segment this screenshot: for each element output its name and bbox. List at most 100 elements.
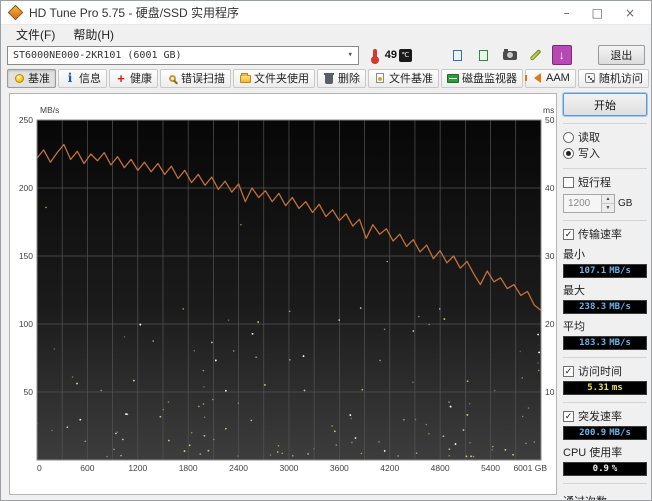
write-option[interactable]: 写入 [563,145,647,161]
copy-text-button[interactable] [448,45,468,65]
menu-item-0[interactable]: 文件(F) [9,25,62,44]
folder-icon [239,72,251,84]
tab-健康[interactable]: + 健康 [109,68,158,88]
tab-文件夹使用[interactable]: 文件夹使用 [233,68,315,88]
max-value: 238.3 [579,302,607,312]
access-time-display: 5.31 ms [563,381,647,395]
write-radio[interactable] [563,147,574,159]
tab-label: 错误扫描 [181,73,225,85]
chevron-down-icon: ▾ [347,50,353,60]
title-bar: HD Tune Pro 5.75 - 硬盘/SSD 实用程序 – □ × [1,1,651,25]
scan-icon [166,72,178,84]
short-stroke-spinner[interactable]: 1200 ▲ ▼ [563,194,615,213]
start-button[interactable]: 开始 [562,92,648,117]
app-window: HD Tune Pro 5.75 - 硬盘/SSD 实用程序 – □ × 文件(… [0,0,652,501]
tab-label: 文件夹使用 [254,73,309,85]
health-icon: + [117,70,125,86]
drive-temperature: 49 [384,49,398,61]
svg-text:4800: 4800 [431,463,450,473]
svg-text:200: 200 [19,183,33,193]
maximize-icon[interactable]: □ [592,7,603,19]
svg-text:50: 50 [24,387,34,397]
drive-select[interactable]: ST6000NE000-2KR101 (6001 GB) ▾ [7,45,359,65]
burst-rate-option[interactable]: ✓ 突发速率 [563,408,647,424]
tab-基准[interactable]: 基准 [7,68,56,88]
tab-label: 健康 [130,73,152,85]
svg-text:150: 150 [19,251,33,261]
access-time-value: 5.31 [587,383,609,393]
close-icon[interactable]: × [625,7,635,19]
benchmark-chart: MB/s ms2502001501005050403020100 600 1200 18… [19,105,555,473]
tab-错误扫描[interactable]: 错误扫描 [160,68,231,88]
tab-AAM[interactable]: AAM [524,68,576,88]
tab-删除[interactable]: 删除 [317,68,366,88]
access-time-checkbox[interactable]: ✓ [563,365,574,377]
svg-text:100: 100 [19,319,33,329]
tab-随机访问[interactable]: 随机访问 [577,68,649,88]
write-label: 写入 [578,148,600,160]
svg-text:600: 600 [80,463,94,473]
dice-icon [584,72,596,84]
menu-item-1[interactable]: 帮助(H) [66,25,121,44]
cpu-usage-display: 0.9 % [563,462,647,476]
pass-count-label: 通过次数 [563,493,647,500]
burst-rate-checkbox[interactable]: ✓ [563,410,574,422]
max-value-display: 238.3 MB/s [563,300,647,314]
minimize-icon[interactable]: – [564,7,570,19]
spin-down-icon[interactable]: ▼ [602,204,614,212]
avg-unit: MB/s [609,338,631,348]
exit-button[interactable]: 退出 [597,45,645,65]
svg-text:1800: 1800 [179,463,198,473]
read-option[interactable]: 读取 [563,129,647,145]
svg-text:6001 GB: 6001 GB [513,463,547,473]
svg-text:3600: 3600 [330,463,349,473]
max-label: 最大 [563,285,585,297]
read-radio[interactable] [563,131,574,143]
svg-text:250: 250 [19,115,33,125]
burst-rate-label: 突发速率 [578,411,622,423]
avg-value-display: 183.3 MB/s [563,336,647,350]
speaker-icon [524,72,543,84]
svg-text:30: 30 [545,251,555,261]
min-value: 107.1 [579,266,607,276]
min-unit: MB/s [609,266,631,276]
tab-信息[interactable]: i 信息 [58,68,107,88]
save-results-button[interactable]: ↓ [551,45,572,65]
svg-text:5400: 5400 [481,463,500,473]
save-button[interactable] [526,45,546,65]
tab-label: 文件基准 [389,73,433,85]
svg-text:3000: 3000 [279,463,298,473]
cpu-usage-value: 0.9 [592,464,609,474]
copy-image-button[interactable] [474,45,494,65]
menu-bar: 文件(F) 帮助(H) [1,25,651,43]
svg-text:1200: 1200 [128,463,147,473]
screenshot-button[interactable] [500,45,520,65]
download-icon: ↓ [558,48,565,62]
burst-rate-value: 200.9 [579,428,607,438]
temperature-unit-badge: ℃ [399,48,412,62]
spin-up-icon[interactable]: ▲ [602,195,614,204]
pen-icon [529,48,542,62]
transfer-rate-checkbox[interactable]: ✓ [563,228,574,240]
access-time-option[interactable]: ✓ 访问时间 [563,363,647,379]
burst-rate-unit: MB/s [609,428,631,438]
svg-text:50: 50 [545,115,555,125]
tab-label: 删除 [338,73,360,85]
tab-label: AAM [546,72,570,84]
info-icon: i [67,71,73,85]
short-stroke-option[interactable]: 短行程 [563,174,647,190]
drive-select-value: ST6000NE000-2KR101 (6001 GB) [13,49,182,61]
tab-bar: 基准i信息+健康错误扫描文件夹使用删除文件基准磁盘监视器AAM随机访问额外测试 [1,67,651,89]
short-stroke-value: 1200 [568,198,591,209]
avg-label: 平均 [563,321,585,333]
toolbar: ST6000NE000-2KR101 (6001 GB) ▾ 49 ℃ ↓ 退出 [1,43,651,67]
tab-文件基准[interactable]: 文件基准 [368,68,439,88]
short-stroke-checkbox[interactable] [563,176,574,188]
min-value-display: 107.1 MB/s [563,264,647,278]
tab-磁盘监视器[interactable]: 磁盘监视器 [441,68,523,88]
benchmark-chart-panel: MB/s ms 250 200 150 100 50 50 40 30 20 10 0 600 1200 18… [9,93,557,495]
transfer-rate-option[interactable]: ✓ 传输速率 [563,226,647,242]
svg-text:10: 10 [545,387,555,397]
tab-label: 磁盘监视器 [462,73,517,85]
svg-text:20: 20 [545,319,555,329]
